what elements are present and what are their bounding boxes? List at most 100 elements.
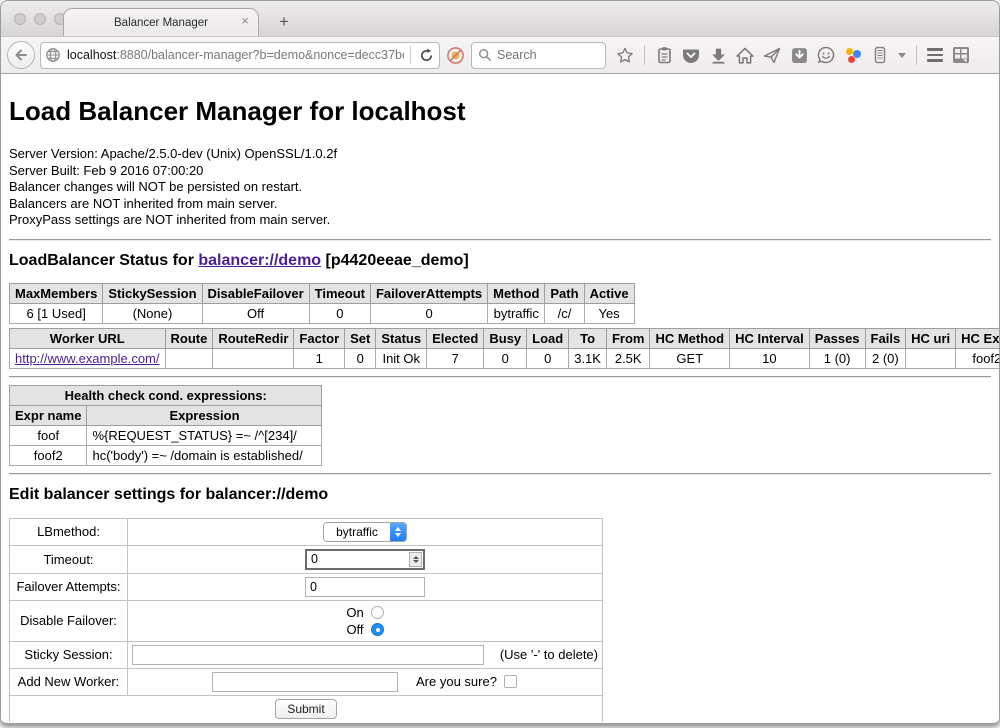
search-bar[interactable]	[471, 42, 606, 69]
table-cell	[213, 348, 294, 368]
window-controls	[14, 13, 66, 25]
table-header: DisableFailover	[202, 283, 309, 303]
table-header: MaxMembers	[10, 283, 103, 303]
url-bar[interactable]: localhost:8880/balancer-manager?b=demo&n…	[40, 42, 440, 69]
bookmark-star-icon	[616, 46, 634, 65]
form-row-sticky: Sticky Session: (Use '-' to delete)	[10, 641, 603, 668]
worker-url-link[interactable]: http://www.example.com/	[15, 351, 160, 366]
menu-button[interactable]	[927, 48, 943, 62]
device-sync-button[interactable]	[871, 46, 889, 64]
table-cell: 3.1K	[569, 348, 607, 368]
url-input[interactable]: localhost:8880/balancer-manager?b=demo&n…	[67, 48, 404, 62]
table-header: StickySession	[103, 283, 202, 303]
table-cell: 6 [1 Used]	[10, 303, 103, 323]
table-header: Method	[488, 283, 545, 303]
table-header-row: Expr name Expression	[10, 405, 322, 425]
dropdown-caret-icon[interactable]	[898, 53, 906, 58]
table-cell: 7	[427, 348, 484, 368]
table-cell: 2.5K	[606, 348, 650, 368]
table-cell: Yes	[584, 303, 634, 323]
table-header: Fails	[865, 328, 906, 348]
tab-title: Balancer Manager	[114, 17, 208, 29]
table-header: From	[606, 328, 650, 348]
close-window-button[interactable]	[14, 13, 26, 25]
table-header: FailoverAttempts	[370, 283, 487, 303]
table-cell: Init Ok	[376, 348, 427, 368]
table-header: Elected	[427, 328, 484, 348]
download-manager-button[interactable]	[790, 46, 808, 64]
table-cell: (None)	[103, 303, 202, 323]
home-button[interactable]	[736, 46, 754, 64]
balancers-notice-line: Balancers are NOT inherited from main se…	[9, 196, 991, 213]
tab-bar: Balancer Manager × +	[1, 1, 999, 36]
submit-button[interactable]: Submit	[275, 699, 336, 719]
table-cell: foof2	[956, 348, 999, 368]
download-icon	[710, 47, 727, 64]
table-header-row: Health check cond. expressions:	[10, 385, 322, 405]
worker-status-table: Worker URL Route RouteRedir Factor Set S…	[9, 328, 999, 369]
send-plane-icon	[763, 47, 781, 64]
table-cell: 0	[345, 348, 376, 368]
failover-attempts-input[interactable]	[305, 577, 425, 597]
table-header: RouteRedir	[213, 328, 294, 348]
tab-groups-button[interactable]	[952, 46, 970, 64]
table-cell	[906, 348, 956, 368]
table-header: HC Method	[650, 328, 730, 348]
health-check-table: Health check cond. expressions: Expr nam…	[9, 385, 322, 466]
back-button[interactable]	[7, 41, 35, 69]
table-cell: 2 (0)	[865, 348, 906, 368]
table-cell: foof	[10, 425, 87, 445]
timeout-label: Timeout:	[10, 545, 128, 573]
device-icon	[873, 46, 887, 64]
table-header: Route	[165, 328, 213, 348]
search-input[interactable]	[497, 48, 592, 62]
sticky-session-input[interactable]	[132, 645, 484, 665]
divider	[9, 473, 991, 475]
reading-list-button[interactable]	[655, 46, 673, 64]
form-row-submit: Submit	[10, 695, 603, 722]
extension-colored-dots-icon[interactable]	[844, 46, 862, 64]
reload-button[interactable]	[417, 46, 435, 64]
form-row-lbmethod: LBmethod: bytraffic	[10, 518, 603, 545]
form-row-timeout: Timeout:	[10, 545, 603, 573]
disable-failover-on-radio[interactable]	[371, 606, 384, 619]
tab-close-icon[interactable]: ×	[241, 14, 249, 28]
minimize-window-button[interactable]	[34, 13, 46, 25]
server-version-line: Server Version: Apache/2.5.0-dev (Unix) …	[9, 146, 991, 163]
table-header: Expression	[87, 405, 322, 425]
sticky-session-hint: (Use '-' to delete)	[500, 647, 598, 662]
edit-balancer-form: LBmethod: bytraffic Timeout:	[9, 518, 603, 723]
number-stepper-icon[interactable]	[409, 552, 422, 567]
are-you-sure-checkbox[interactable]	[504, 675, 517, 688]
send-tab-button[interactable]	[763, 46, 781, 64]
new-tab-button[interactable]: +	[275, 12, 293, 32]
balancer-demo-link[interactable]: balancer://demo	[198, 252, 321, 269]
table-header: Load	[527, 328, 569, 348]
table-header: Expr name	[10, 405, 87, 425]
pocket-icon	[682, 47, 700, 64]
bookmark-star-button[interactable]	[616, 46, 634, 64]
server-built-line: Server Built: Feb 9 2016 07:00:20	[9, 163, 991, 180]
chat-smiley-icon	[817, 46, 835, 64]
downloads-button[interactable]	[709, 46, 727, 64]
disable-failover-off-radio[interactable]	[371, 623, 384, 636]
content-blocked-button[interactable]	[446, 46, 465, 65]
sticky-session-label: Sticky Session:	[10, 641, 128, 668]
clipboard-icon	[656, 46, 673, 64]
lbmethod-label: LBmethod:	[10, 518, 128, 545]
table-header-row: MaxMembers StickySession DisableFailover…	[10, 283, 635, 303]
disable-failover-label: Disable Failover:	[10, 600, 128, 641]
tab-balancer-manager[interactable]: Balancer Manager ×	[63, 8, 259, 36]
table-row: 6 [1 Used] (None) Off 0 0 bytraffic /c/ …	[10, 303, 635, 323]
table-header: Busy	[484, 328, 527, 348]
table-header: HC Interval	[730, 328, 810, 348]
chat-button[interactable]	[817, 46, 835, 64]
timeout-input[interactable]	[305, 549, 425, 570]
table-header: Worker URL	[10, 328, 166, 348]
home-icon	[736, 47, 754, 64]
pocket-button[interactable]	[682, 46, 700, 64]
lbmethod-select[interactable]: bytraffic	[323, 522, 407, 542]
table-header: Active	[584, 283, 634, 303]
form-row-add-worker: Add New Worker: Are you sure?	[10, 668, 603, 695]
add-worker-input[interactable]	[212, 672, 398, 692]
